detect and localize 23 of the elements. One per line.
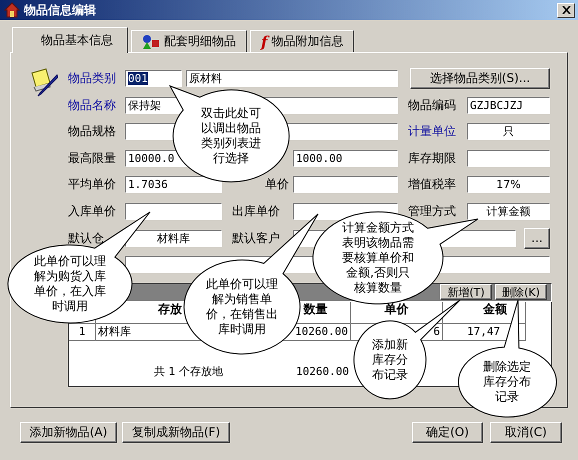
callout-text: 此单价可以理解为购货入库单价，在入库时调用 [34, 254, 106, 314]
field-label: 物品规格 [68, 123, 117, 140]
callout-text: 删除选定库存分布记录 [482, 360, 532, 404]
field-label: 增值税率 [408, 176, 457, 194]
field-label: 入库单价 [68, 202, 117, 220]
field-label: 出库单价 [232, 202, 281, 220]
field-label: 物品类别 [68, 70, 117, 87]
field-label: 默认客户 [232, 230, 281, 247]
window-title: 物品信息编辑 [24, 2, 97, 18]
field-label: 默认仓 [68, 230, 105, 247]
field-label: 计量单位 [408, 123, 457, 140]
field-label: 物品编码 [408, 96, 457, 114]
field-label: 物品名称 [68, 96, 117, 114]
summary-text: 共 1 个存放地 [153, 364, 224, 380]
function-icon: f [261, 32, 268, 50]
field-label: 平均单价 [68, 176, 117, 194]
callout-text: 此单价可以理解为销售单价，在销售出库时调用 [206, 277, 278, 337]
field-label: 库存期限 [408, 150, 457, 167]
summary-text: 10260.00 [295, 364, 350, 380]
field-label: 管理方式 [408, 202, 457, 220]
field-label: 单价 [264, 176, 290, 194]
field-label: 最高限量 [68, 150, 117, 167]
callout-text: 计算金额方式表明该物品需要核算单价和金额,否则只核算数量 [342, 220, 414, 296]
